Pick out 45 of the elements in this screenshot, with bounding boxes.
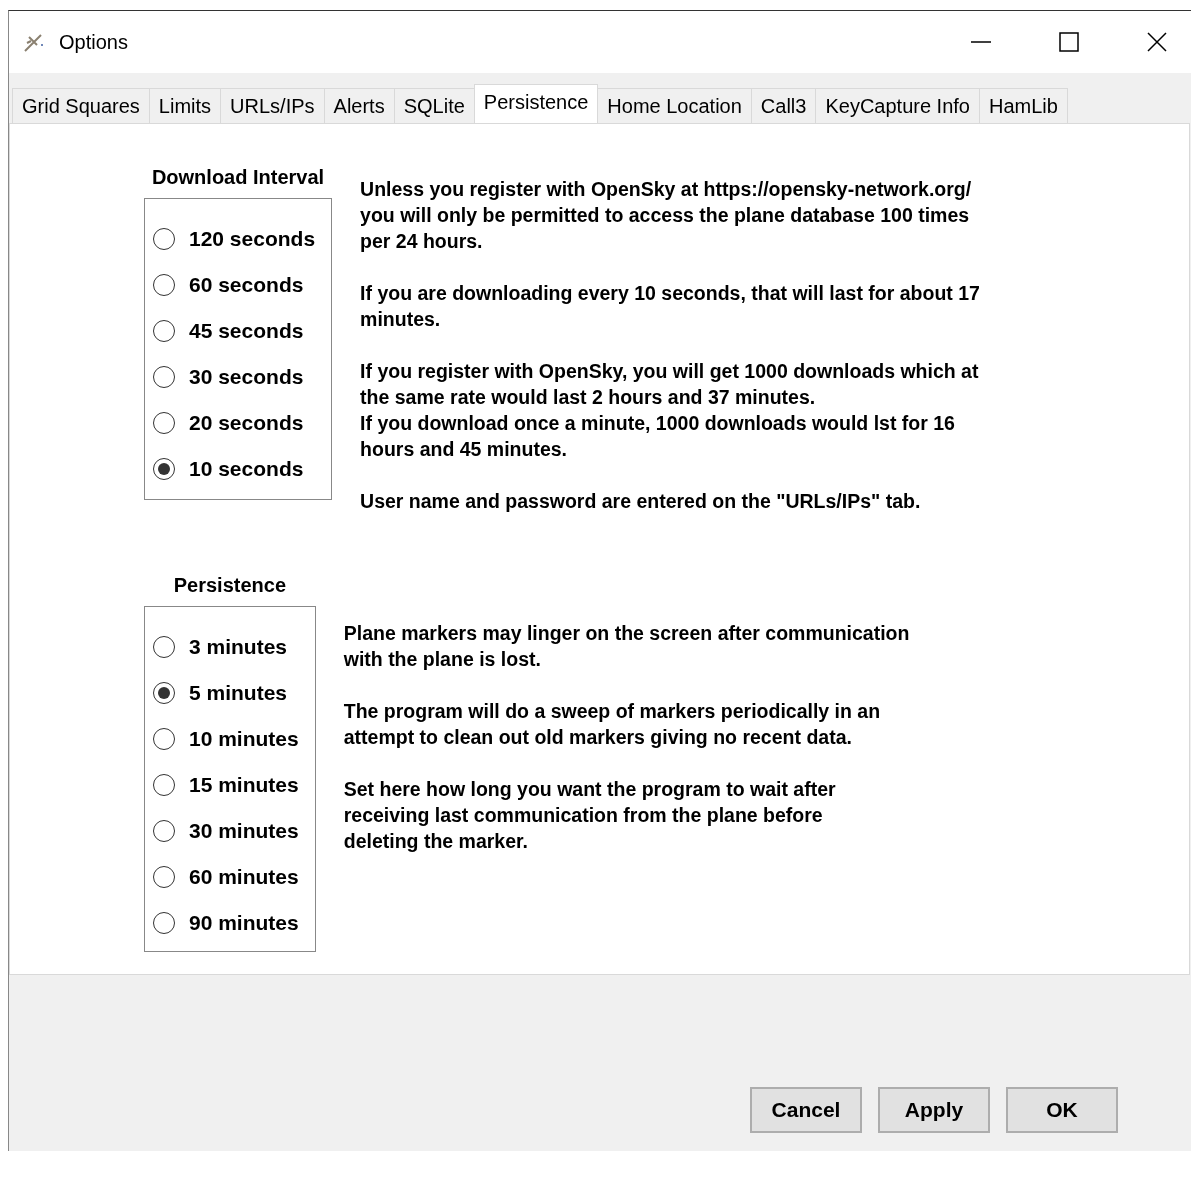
tab[interactable]: HamLib (978, 88, 1068, 123)
radio-button[interactable] (153, 912, 175, 934)
radio-option[interactable]: 5 minutes (153, 677, 299, 709)
group-heading: Download Interval (151, 165, 325, 190)
radio-button[interactable] (153, 274, 175, 296)
radio-option[interactable]: 30 seconds (153, 361, 316, 393)
radio-option[interactable]: 30 minutes (153, 815, 299, 847)
radio-button[interactable] (153, 412, 175, 434)
dialog-button[interactable]: Apply (878, 1087, 990, 1133)
radio-button[interactable] (153, 228, 175, 250)
dialog-button[interactable]: Cancel (750, 1087, 862, 1133)
radio-button[interactable] (153, 366, 175, 388)
radio-button[interactable] (153, 866, 175, 888)
info-text: User name and password are entered on the "URLs/IPs" tab. (360, 489, 922, 514)
radio-button[interactable] (153, 728, 175, 750)
radio-option[interactable]: 60 minutes (153, 861, 299, 893)
info-text: The program will do a sweep of markers periodically in an attempt to clean out old markers giving no recent data. (343, 699, 882, 750)
airplane-icon (23, 31, 45, 53)
radio-button[interactable] (153, 820, 175, 842)
radio-option[interactable]: 10 seconds (153, 453, 316, 485)
radio-button[interactable] (153, 682, 175, 704)
radio-button[interactable] (153, 636, 175, 658)
info-text: If you are downloading every 10 seconds, that will last for about 17 minutes. (360, 281, 980, 332)
info-text: If you register with OpenSky, you will get 1000 downloads which at the same rate would last 2 hours and 37 minutes. If you download once a minute, 1000 downloads would lst for 16 hours and 45 minutes. (360, 359, 980, 462)
close-icon[interactable] (1146, 31, 1168, 53)
radio-button[interactable] (153, 774, 175, 796)
info-text: Set here how long you want the program to wait after receiving last communication from the plane before deleting the marker. (343, 777, 837, 854)
maximize-icon[interactable] (1058, 31, 1080, 53)
info-text: Plane markers may linger on the screen after communication with the plane is lost. (343, 621, 910, 672)
tab[interactable]: Grid Squares (12, 88, 150, 123)
radio-option[interactable]: 45 seconds (153, 315, 316, 347)
radio-option[interactable]: 90 minutes (153, 907, 299, 939)
group-heading: Persistence (173, 573, 286, 598)
radio-option[interactable]: 60 seconds (153, 269, 316, 301)
radio-option[interactable]: 15 minutes (153, 769, 299, 801)
radio-option[interactable]: 120 seconds (153, 223, 316, 255)
window-title: Options (59, 30, 128, 54)
radio-option[interactable]: 10 minutes (153, 723, 299, 755)
radio-option[interactable]: 3 minutes (153, 631, 299, 663)
radio-button[interactable] (153, 458, 175, 480)
tab[interactable]: Persistence (473, 84, 599, 123)
info-text: Unless you register with OpenSky at https://opensky-network.org/ you will only be permitted to access the plane database 100 times per 24 hours. (360, 177, 973, 254)
radio-button[interactable] (153, 320, 175, 342)
radio-option[interactable]: 20 seconds (153, 407, 316, 439)
dialog-button[interactable]: OK (1006, 1087, 1118, 1133)
